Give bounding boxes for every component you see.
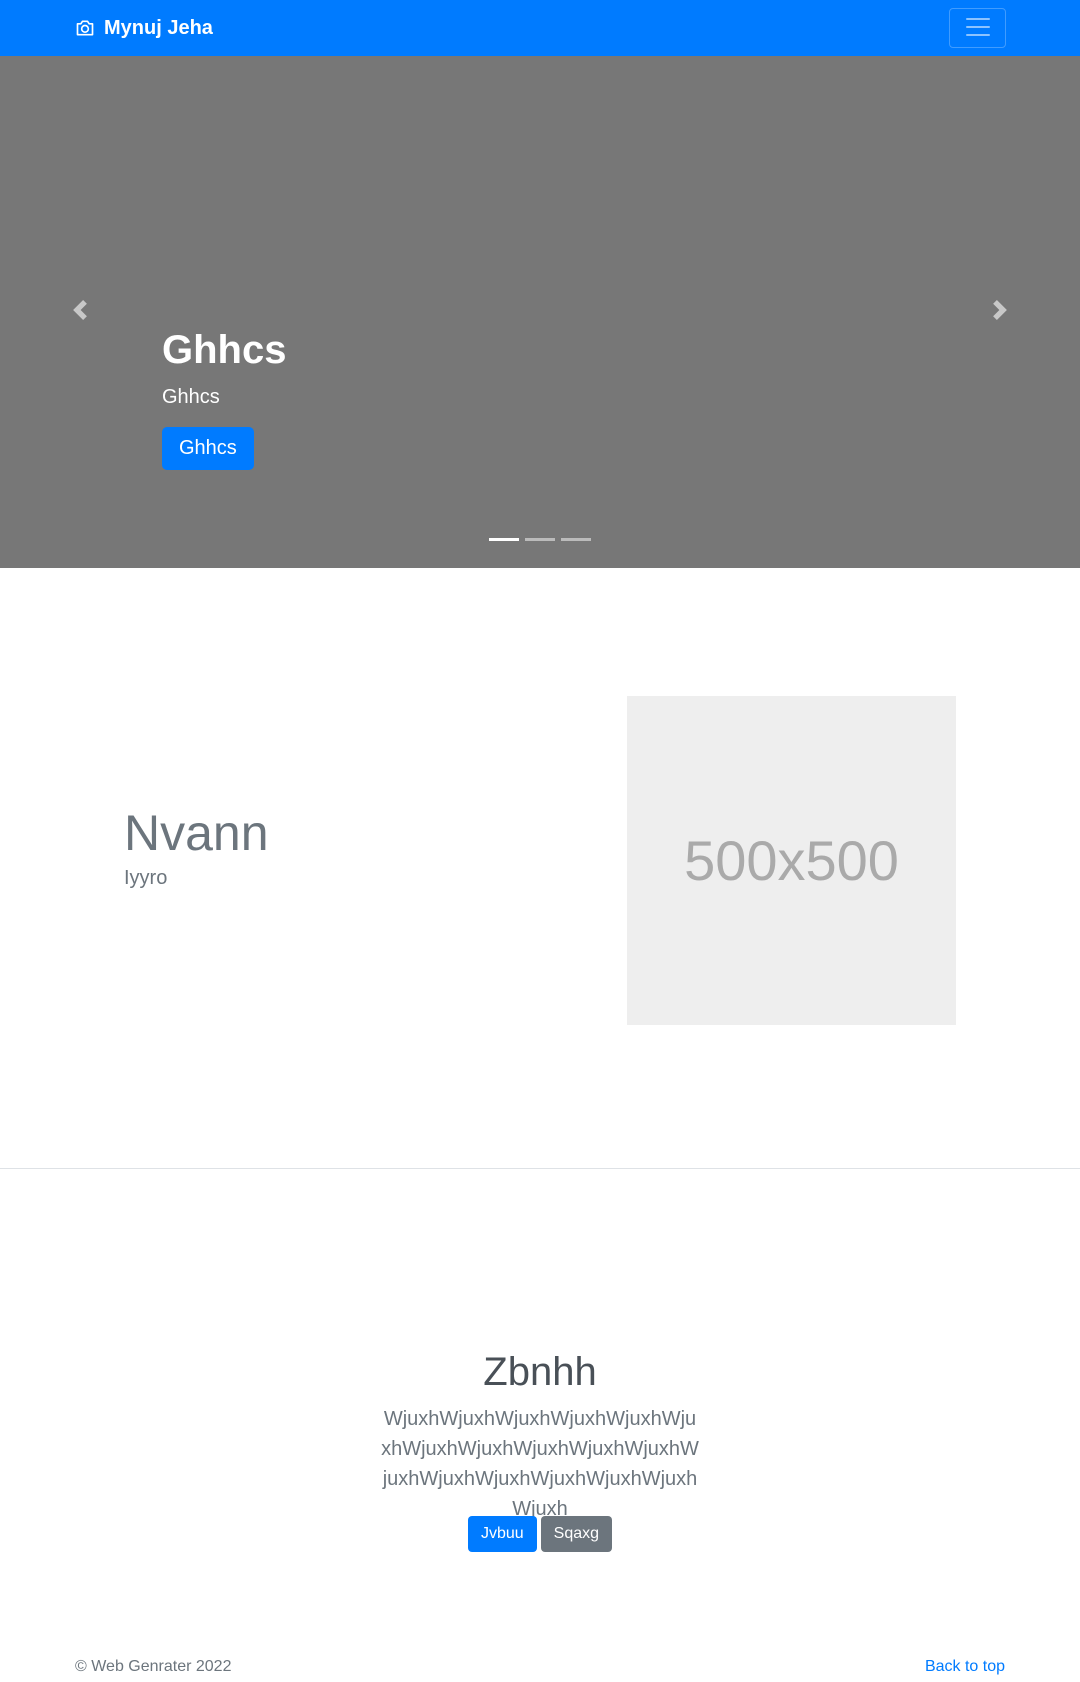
featurette-heading: Nvann <box>124 805 269 861</box>
featurette-section: Nvann Iyyro 500x500 <box>0 568 1080 1169</box>
carousel-indicator-3[interactable] <box>561 538 591 541</box>
jumbotron-buttons: Jvbuu Sqaxg <box>0 1516 1080 1552</box>
back-to-top-link[interactable]: Back to top <box>925 1658 1005 1676</box>
carousel-caption: Ghhcs Ghhcs Ghhcs <box>162 326 286 470</box>
jumbotron-heading: Zbnhh <box>483 1350 597 1394</box>
hamburger-menu-icon <box>963 12 993 45</box>
carousel-indicator-2[interactable] <box>525 538 555 541</box>
navbar-brand[interactable]: Mynuj Jeha <box>74 0 213 56</box>
carousel-prev-button[interactable] <box>0 56 160 568</box>
footer-copyright: © Web Genrater 2022 <box>75 1658 232 1675</box>
chevron-left-icon <box>70 299 90 325</box>
navbar: Mynuj Jeha <box>0 0 1080 56</box>
footer: © Web Genrater 2022 Back to top <box>0 1656 1080 1682</box>
carousel-subtitle: Ghhcs <box>162 386 220 408</box>
carousel-title: Ghhcs <box>162 328 287 372</box>
primary-button[interactable]: Jvbuu <box>467 1516 537 1552</box>
chevron-right-icon <box>990 299 1010 325</box>
section-divider <box>0 1168 1080 1169</box>
featurette-image-placeholder: 500x500 <box>627 696 956 1025</box>
secondary-button[interactable]: Sqaxg <box>540 1516 613 1552</box>
carousel-indicators <box>0 538 1080 541</box>
carousel-next-button[interactable] <box>920 56 1080 568</box>
carousel-indicator-1[interactable] <box>489 538 519 541</box>
camera-icon <box>74 17 96 39</box>
brand-name: Mynuj Jeha <box>104 16 213 39</box>
placeholder-label: 500x500 <box>684 829 899 892</box>
carousel-cta-button[interactable]: Ghhcs <box>162 427 254 470</box>
navbar-toggle-button[interactable] <box>949 8 1006 48</box>
featurette-text: Nvann Iyyro <box>124 806 269 890</box>
jumbotron-text: WjuxhWjuxhWjuxhWjuxhWjuxhWjuxhWjuxhWjuxh… <box>381 1408 699 1520</box>
hero-carousel: Ghhcs Ghhcs Ghhcs <box>0 56 1080 568</box>
featurette-lead: Iyyro <box>124 867 168 889</box>
